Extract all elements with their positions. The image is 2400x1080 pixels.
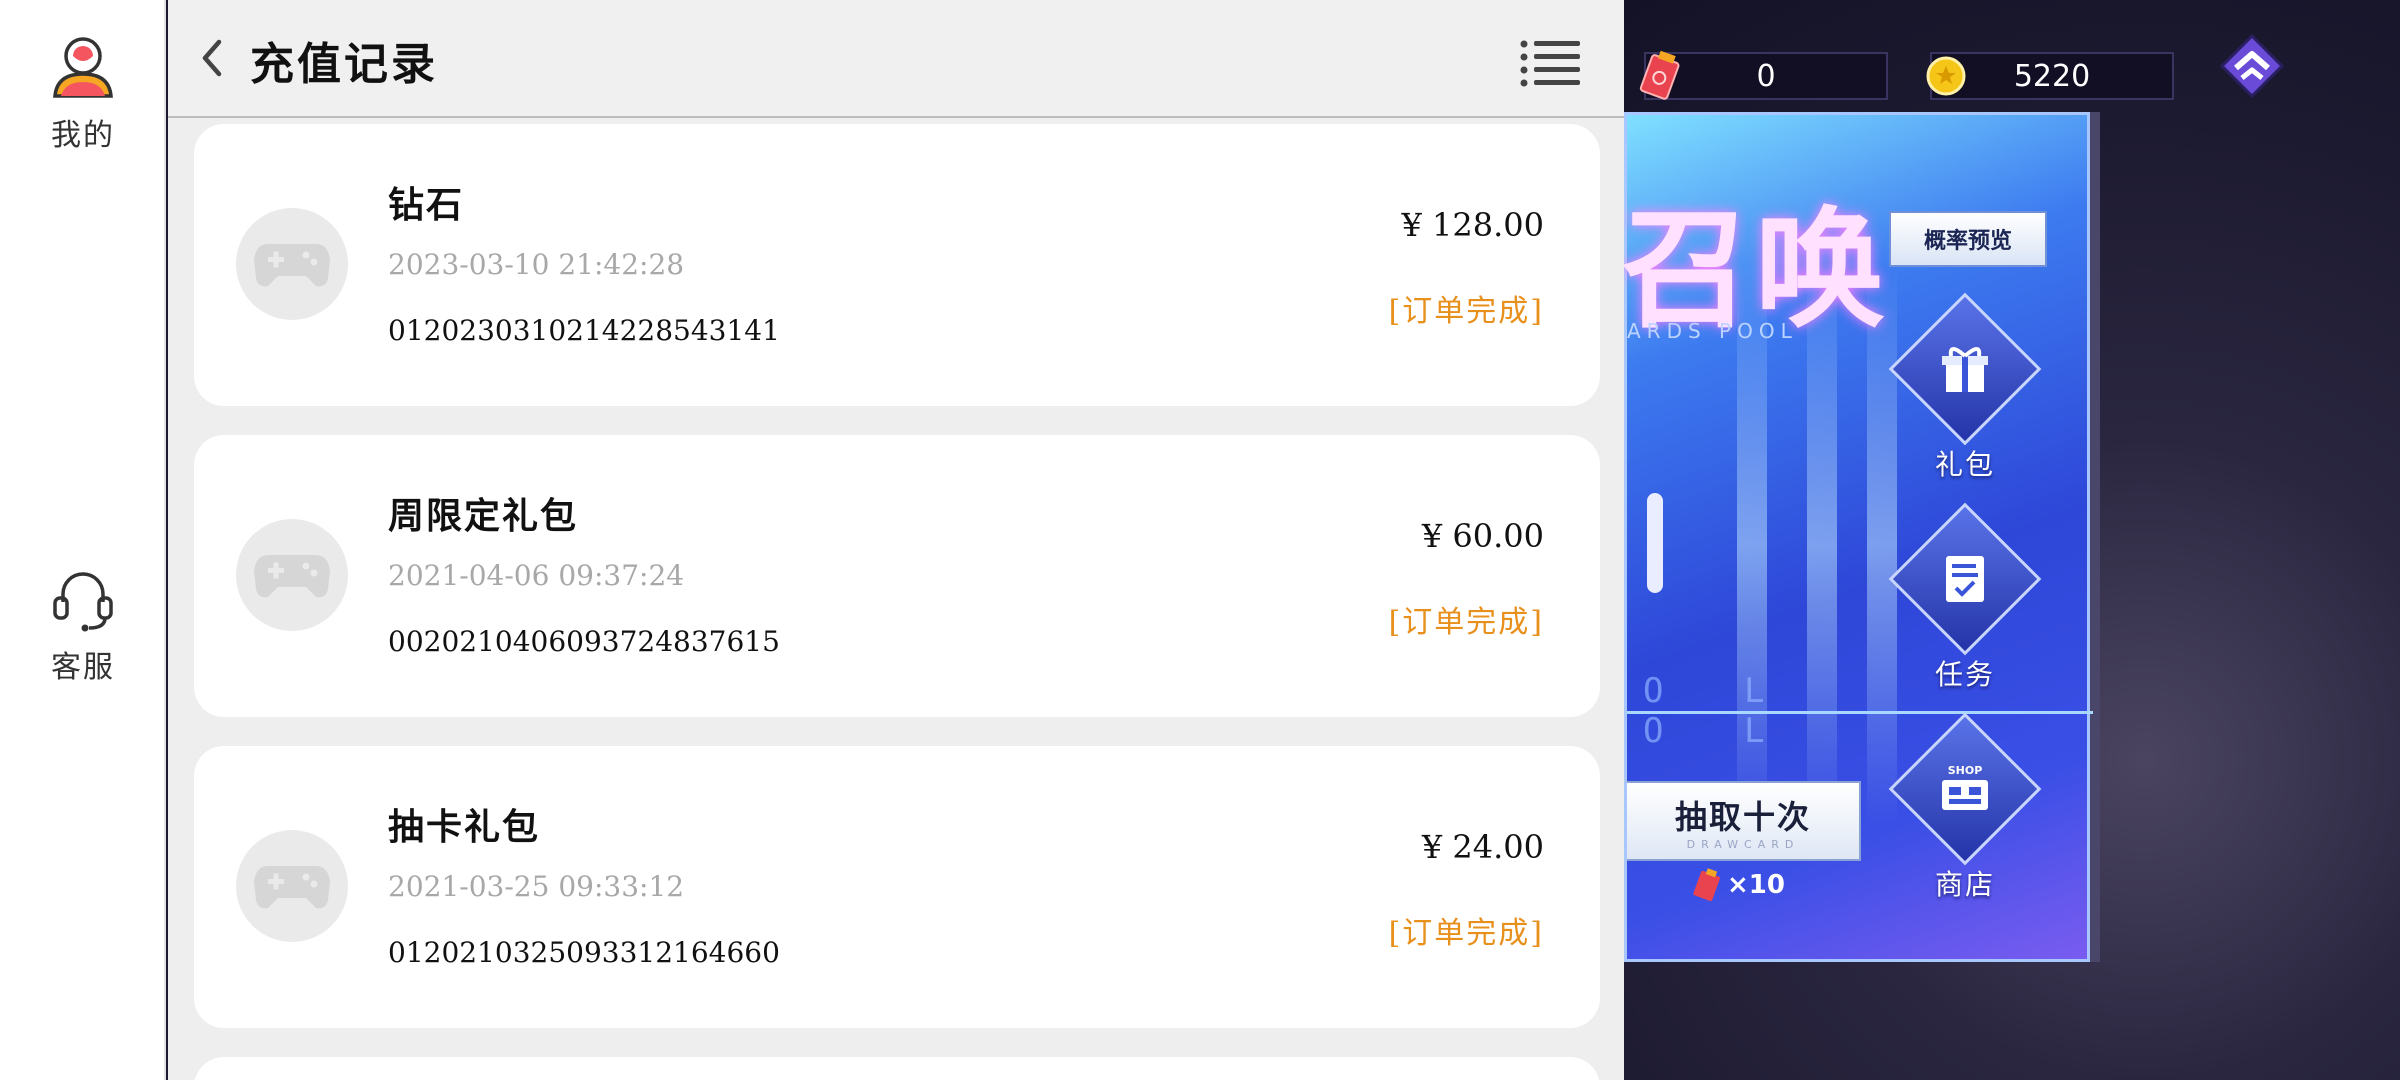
draw-cost-value: ×10 [1727,870,1785,900]
pool-title: 召唤 [1624,194,1890,346]
order-status: [订单完成] [1388,916,1544,951]
order-number: 0120230310214228543141 [388,314,780,347]
chevron-left-icon [202,39,222,77]
page-title: 充值记录 [250,39,438,90]
draw-ten-label: 抽取十次 [1674,797,1811,836]
sidebar-item-service[interactable]: 客服 [0,566,166,686]
product-name: 周限定礼包 [388,495,579,537]
coin-counter: 5220 [1926,52,2174,100]
record-card[interactable] [194,1057,1600,1080]
shop-label: 商店 [1934,868,1995,901]
ticket-counter: 0 [1639,50,1888,100]
headset-icon [53,572,113,632]
shop-button-frame: SHOP [1888,712,2042,866]
divider [1627,711,2093,714]
gamepad-icon [254,555,330,598]
sidebar-item-label: 客服 [51,650,115,685]
record-card[interactable]: 周限定礼包 2021-04-06 09:37:24 00202104060937… [194,435,1600,717]
product-thumbnail [236,830,348,942]
draw-ten-button[interactable]: 抽取十次 DRAWCARD [1627,781,1861,861]
product-thumbnail [236,519,348,631]
gift-button-frame [1888,292,2042,446]
pool-subtitle: ARDS POOL [1627,319,1798,343]
coin-count: 5220 [2013,58,2091,94]
product-name: 抽卡礼包 [388,806,541,848]
home-icon[interactable] [2220,34,2284,98]
draw-cost: ×10 [1693,867,1785,903]
record-time: 2021-04-06 09:37:24 [388,559,685,592]
shop-icon: SHOP [1942,764,1988,810]
record-price: ¥ 60.00 [1421,517,1544,555]
shop-button[interactable]: SHOP 商店 [1888,712,2042,903]
gamepad-icon [254,244,330,287]
rate-preview-button[interactable]: 概率预览 [1889,211,2047,267]
scroll-handle[interactable] [1647,493,1663,593]
light-beam [1807,265,1837,825]
back-button[interactable] [184,30,240,86]
sidebar: 我的 客服 [0,0,166,1080]
background-text: O L [1643,671,1795,711]
draw-ten-sublabel: DRAWCARD [1686,837,1800,851]
task-label: 任务 [1934,658,1995,691]
shop-icon-text: SHOP [1948,764,1983,777]
task-icon [1946,556,1984,602]
light-beam [1867,265,1897,825]
gamepad-icon [254,866,330,909]
game-background: 0 5220 召唤 ARDS POOL 概率预览 O L O L 礼包 任务 S… [1624,0,2400,1080]
record-list[interactable]: 钻石 2023-03-10 21:42:28 01202303102142285… [194,124,1600,1080]
record-time: 2021-03-25 09:33:12 [388,870,685,903]
product-name: 钻石 [388,184,465,226]
sidebar-item-label: 我的 [51,118,115,153]
record-card[interactable]: 钻石 2023-03-10 21:42:28 01202303102142285… [194,124,1600,406]
order-number: 0020210406093724837615 [388,625,780,658]
background-text: O L [1643,711,1795,751]
order-status: [订单完成] [1388,605,1544,640]
ticket-icon [1639,50,1680,100]
sidebar-item-me[interactable]: 我的 [0,34,166,154]
gift-button[interactable]: 礼包 [1888,292,2042,483]
user-icon [53,37,113,98]
order-status: [订单完成] [1388,294,1544,329]
coin-icon [1926,56,1966,96]
card-pool-banner: 召唤 ARDS POOL 概率预览 O L O L 礼包 任务 SHOP 商店 … [1624,112,2093,962]
gift-label: 礼包 [1934,448,1995,481]
list-menu-icon [1520,40,1580,87]
task-button-frame [1888,502,2042,656]
record-price: ¥ 128.00 [1401,206,1545,244]
record-price: ¥ 24.00 [1421,828,1544,866]
product-thumbnail [236,208,348,320]
recharge-records-panel: 充值记录 钻石 2023-03-10 21:42:28 012023031021… [168,0,1624,1080]
top-bar: 充值记录 [168,0,1624,118]
task-button[interactable]: 任务 [1888,502,2042,693]
order-number: 0120210325093312164660 [388,936,780,969]
menu-button[interactable] [1520,38,1582,88]
record-card[interactable]: 抽卡礼包 2021-03-25 09:33:12 012021032509331… [194,746,1600,1028]
ticket-count: 0 [1756,58,1776,94]
gift-icon [1942,347,1988,392]
record-time: 2023-03-10 21:42:28 [388,248,685,281]
ticket-icon [1693,868,1720,902]
